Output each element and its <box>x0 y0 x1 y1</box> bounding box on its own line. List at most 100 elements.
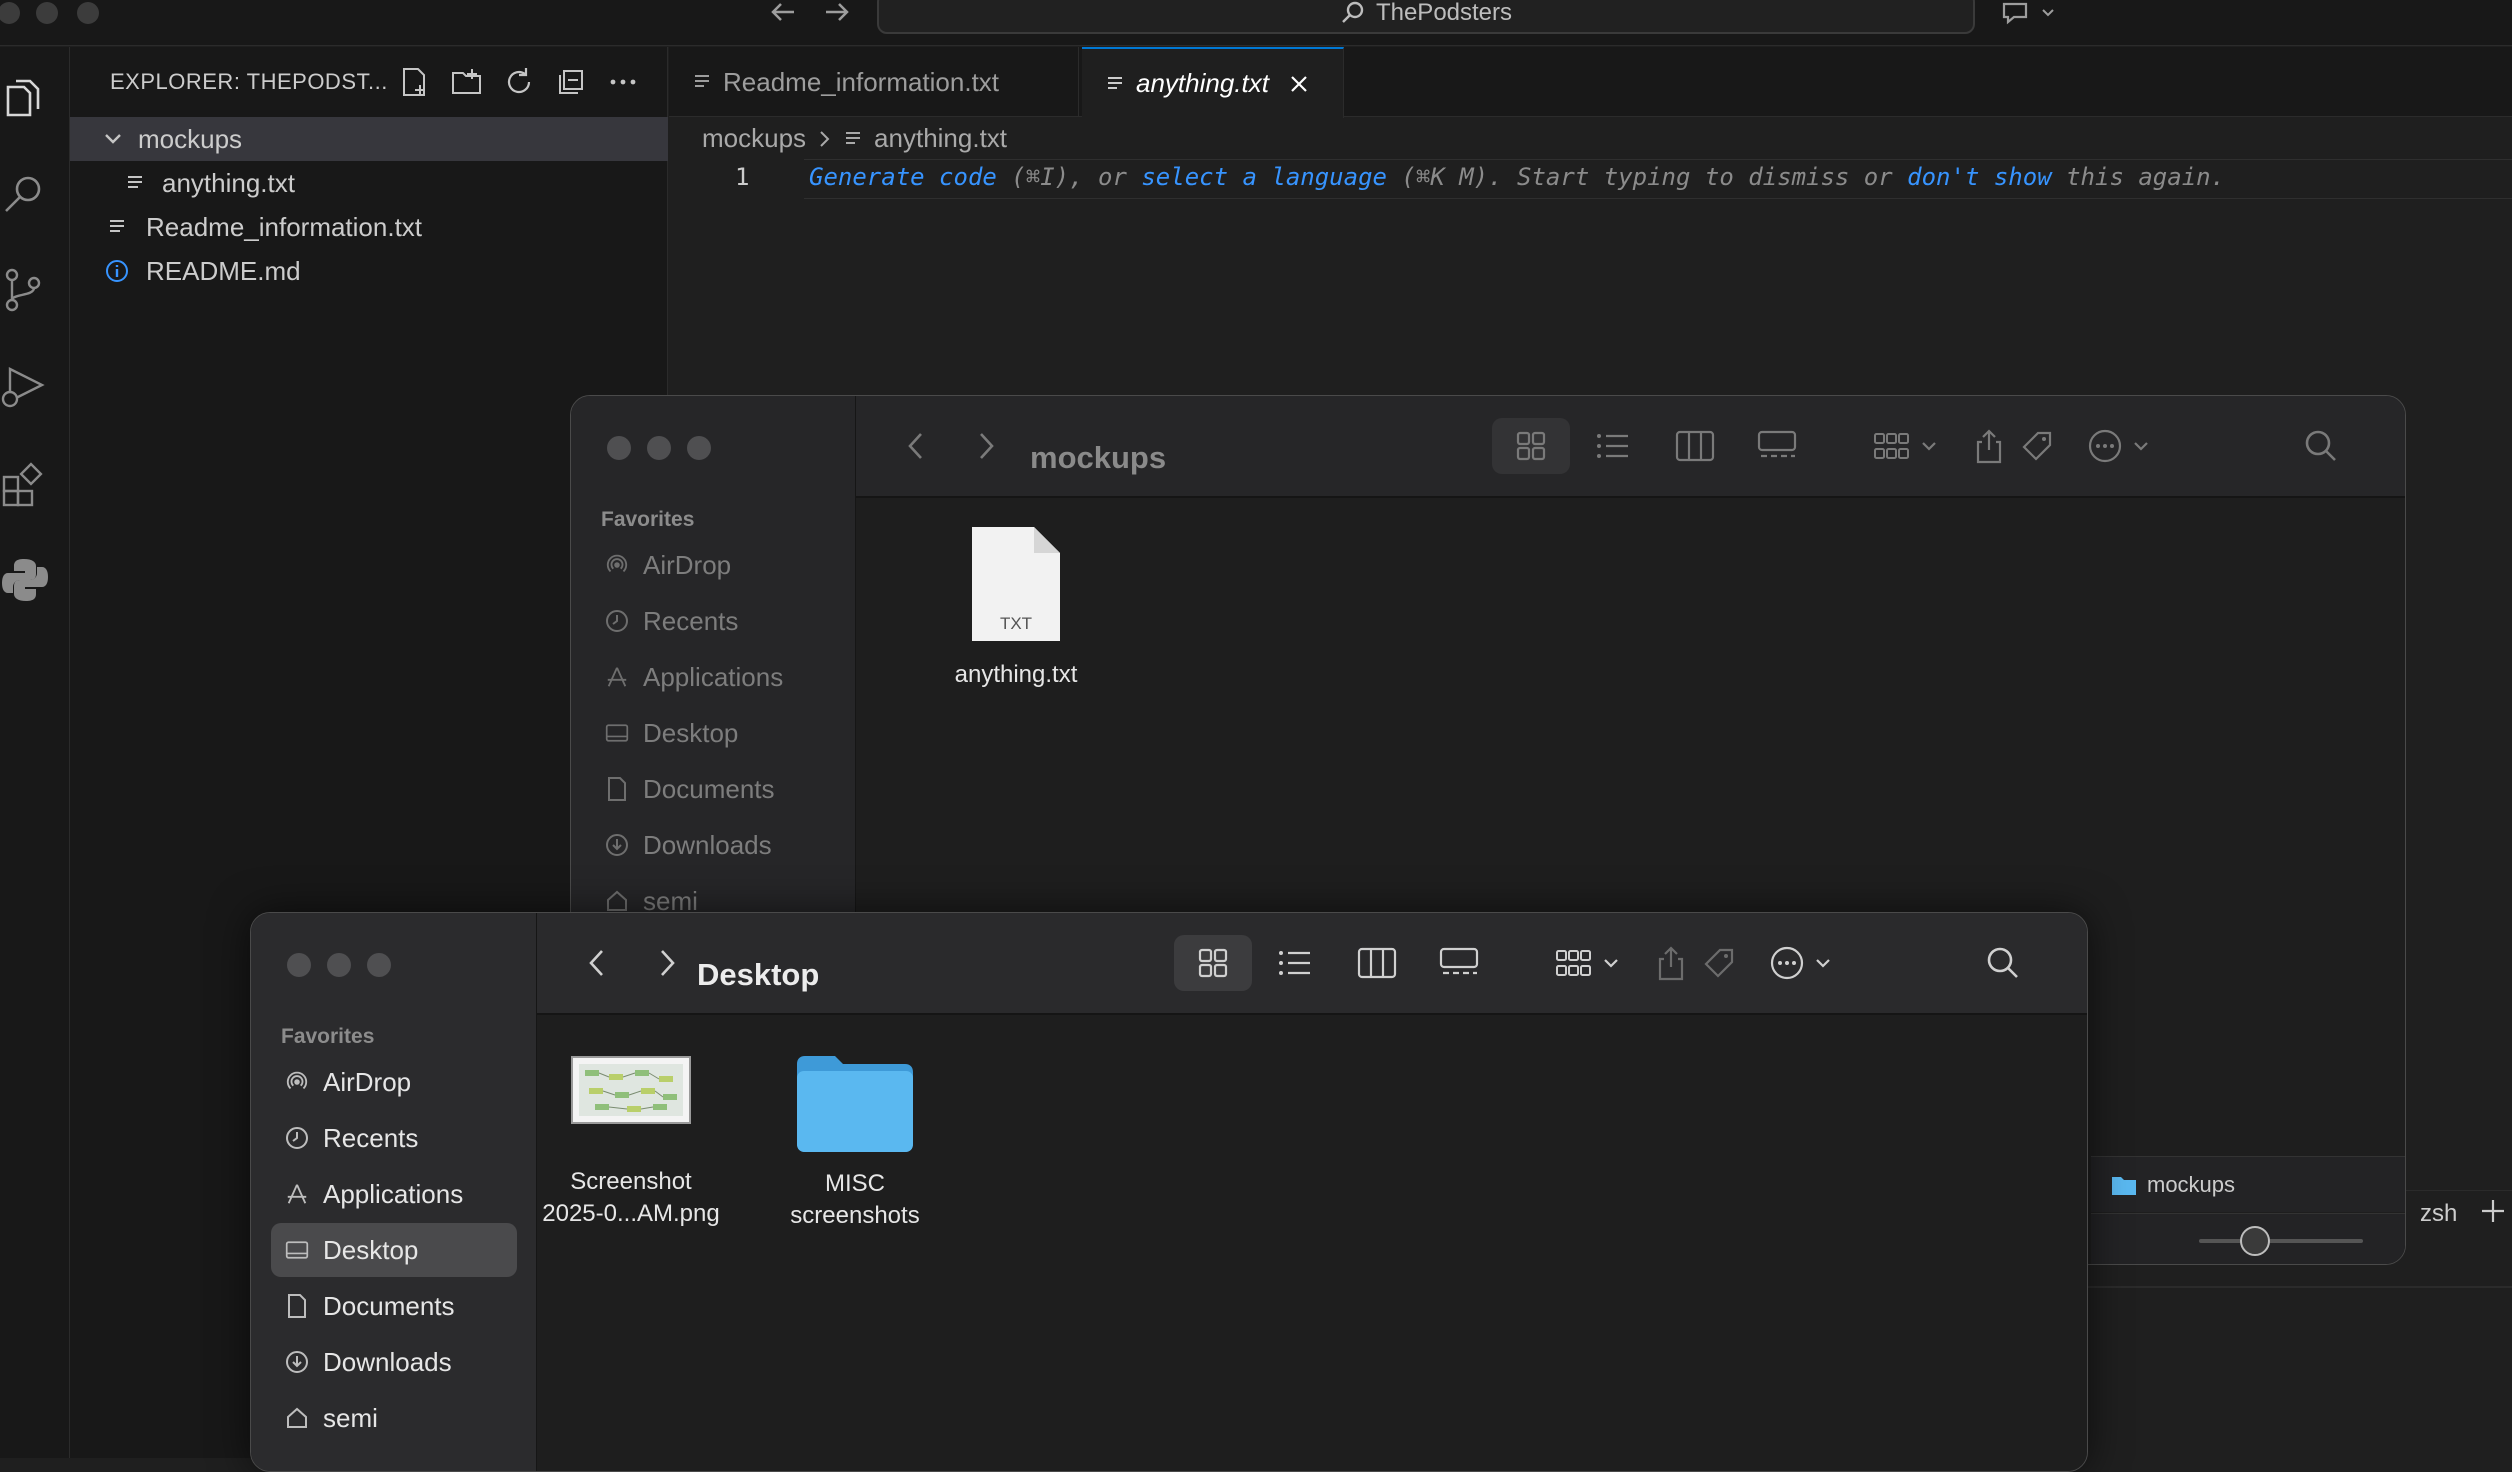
sidebar-item-downloads[interactable]: Downloads <box>271 1335 452 1389</box>
tab-readme-information[interactable]: Readme_information.txt <box>669 47 1079 117</box>
column-view-icon[interactable] <box>1656 418 1734 474</box>
file-anything[interactable]: TXT anything.txt <box>896 525 1136 691</box>
sidebar-item-documents[interactable]: Documents <box>591 762 775 816</box>
copilot-chat-icon[interactable] <box>1996 0 2060 26</box>
folder-misc-screenshots[interactable]: MISC screenshots <box>757 1054 953 1232</box>
minimize-window-button[interactable] <box>327 953 351 977</box>
sidebar-label: Documents <box>323 1290 455 1321</box>
tree-file-readme-md[interactable]: README.md <box>70 249 668 293</box>
share-icon[interactable] <box>1646 935 1696 991</box>
list-view-icon[interactable] <box>1574 418 1652 474</box>
tree-file-readme-information[interactable]: Readme_information.txt <box>70 205 668 249</box>
refresh-icon[interactable] <box>502 65 536 99</box>
zoom-window-button[interactable] <box>687 436 711 460</box>
share-icon[interactable] <box>1964 418 2014 474</box>
minimize-window-button[interactable] <box>647 436 671 460</box>
back-arrow-icon[interactable] <box>764 0 804 28</box>
icon-size-slider[interactable] <box>2091 1213 2405 1264</box>
sidebar-item-recents[interactable]: Recents <box>591 594 738 648</box>
tree-folder-mockups[interactable]: mockups <box>70 117 668 161</box>
activity-bar <box>0 47 70 1458</box>
file-lines-icon <box>844 130 862 148</box>
sidebar-item-applications[interactable]: Applications <box>271 1167 463 1221</box>
file-lines-icon <box>102 217 132 237</box>
tag-icon[interactable] <box>1694 935 1744 991</box>
sidebar-label: Desktop <box>643 717 739 748</box>
new-file-icon[interactable] <box>398 65 432 99</box>
forward-chevron-icon[interactable] <box>649 935 685 991</box>
new-folder-icon[interactable] <box>450 65 484 99</box>
group-by-icon[interactable] <box>1868 418 1948 474</box>
sidebar-label: Applications <box>643 661 784 692</box>
txt-file-icon: TXT <box>968 525 1064 645</box>
sidebar-item-documents[interactable]: Documents <box>271 1279 455 1333</box>
breadcrumb-file[interactable]: anything.txt <box>874 123 1007 154</box>
sidebar-item-desktop[interactable]: Desktop <box>591 706 738 760</box>
close-window-button[interactable] <box>287 953 311 977</box>
more-actions-icon[interactable] <box>2084 418 2160 474</box>
sidebar-item-semi[interactable]: semi <box>271 1391 378 1445</box>
sidebar-item-applications[interactable]: Applications <box>591 650 783 704</box>
clock-icon <box>605 609 629 633</box>
tree-label: anything.txt <box>162 167 295 198</box>
icon-view-icon[interactable] <box>1174 935 1252 991</box>
dont-show-link[interactable]: don't show <box>1907 163 2052 191</box>
zoom-window-button[interactable] <box>77 2 99 24</box>
download-icon <box>285 1350 309 1374</box>
explorer-icon[interactable] <box>0 67 50 123</box>
path-bar-folder[interactable]: mockups <box>2147 1172 2235 1198</box>
applications-icon <box>285 1181 309 1207</box>
run-debug-icon[interactable] <box>0 353 50 409</box>
forward-arrow-icon[interactable] <box>816 0 856 28</box>
python-icon[interactable] <box>0 547 50 603</box>
search-icon[interactable] <box>0 161 50 217</box>
empty-editor-hint: Generate code (⌘I), or select a language… <box>809 163 2225 191</box>
search-icon[interactable] <box>1978 935 2028 991</box>
path-bar: mockups <box>2091 1156 2405 1212</box>
sidebar-label: Documents <box>643 773 775 804</box>
gallery-view-icon[interactable] <box>1738 418 1816 474</box>
sidebar-item-downloads[interactable]: Downloads <box>591 818 772 872</box>
tag-icon[interactable] <box>2012 418 2062 474</box>
search-icon[interactable] <box>2296 418 2346 474</box>
file-screenshot[interactable]: Screenshot 2025-0...AM.png <box>541 1056 721 1230</box>
generate-code-link[interactable]: Generate code <box>809 163 997 191</box>
close-window-button[interactable] <box>607 436 631 460</box>
collapse-all-icon[interactable] <box>554 65 588 99</box>
window-title: mockups <box>1030 440 1167 475</box>
home-icon <box>605 889 629 913</box>
sidebar-item-airdrop[interactable]: AirDrop <box>271 1055 411 1109</box>
command-center-search[interactable]: ThePodsters <box>877 0 1975 34</box>
file-lines-icon <box>120 173 150 193</box>
minimize-window-button[interactable] <box>36 2 58 24</box>
zoom-window-button[interactable] <box>367 953 391 977</box>
column-view-icon[interactable] <box>1338 935 1416 991</box>
group-by-icon[interactable] <box>1550 935 1630 991</box>
close-tab-icon[interactable] <box>1289 74 1309 94</box>
more-actions-icon[interactable] <box>606 65 640 99</box>
sidebar-item-recents[interactable]: Recents <box>271 1111 418 1165</box>
back-chevron-icon[interactable] <box>579 935 615 991</box>
source-control-icon[interactable] <box>0 257 50 313</box>
list-view-icon[interactable] <box>1256 935 1334 991</box>
favorites-header: Favorites <box>601 508 695 531</box>
gallery-view-icon[interactable] <box>1420 935 1498 991</box>
tab-anything[interactable]: anything.txt <box>1082 47 1344 118</box>
add-terminal-icon[interactable] <box>2478 1196 2508 1226</box>
hint-text: (⌘I), or <box>996 163 1142 191</box>
back-chevron-icon[interactable] <box>898 418 934 474</box>
icon-view-icon[interactable] <box>1492 418 1570 474</box>
extensions-icon[interactable] <box>0 451 50 507</box>
sidebar-item-desktop[interactable]: Desktop <box>271 1223 517 1277</box>
terminal-tab-zsh[interactable]: zsh <box>2400 1200 2457 1228</box>
window-title: Desktop <box>697 957 820 992</box>
select-language-link[interactable]: select a language <box>1141 163 1387 191</box>
more-actions-icon[interactable] <box>1766 935 1842 991</box>
search-icon <box>1340 0 1366 26</box>
forward-chevron-icon[interactable] <box>968 418 1004 474</box>
breadcrumb-folder[interactable]: mockups <box>702 123 806 154</box>
sidebar-item-airdrop[interactable]: AirDrop <box>591 538 731 592</box>
file-name: MISC screenshots <box>790 1170 920 1229</box>
close-window-button[interactable] <box>0 2 20 24</box>
tree-file-anything[interactable]: anything.txt <box>70 161 668 205</box>
